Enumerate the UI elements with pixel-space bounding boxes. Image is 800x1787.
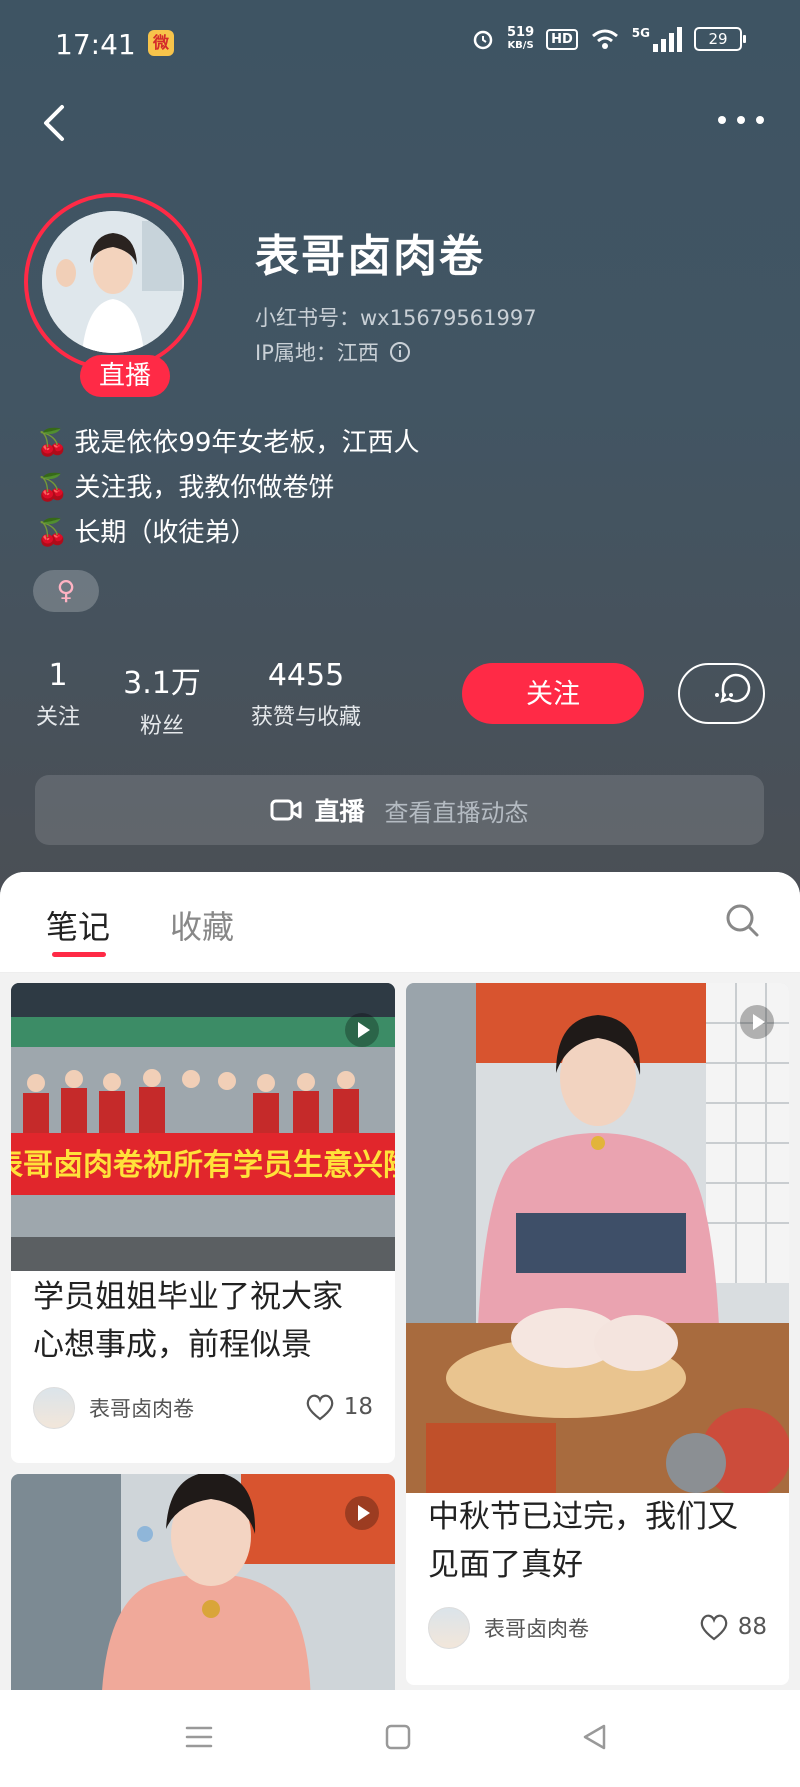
stat-likes-and-collects[interactable]: 4455 获赞与收藏 bbox=[242, 658, 370, 731]
status-bar: 17:41 微 519 KB/S HD 5G 29 bbox=[0, 22, 800, 70]
note-cover-image: 表哥卤肉卷祝所有学员生意兴隆 bbox=[11, 983, 395, 1271]
cherry-icon: 🍒 bbox=[36, 428, 69, 458]
gender-female-icon: ♀ bbox=[33, 570, 99, 612]
notes-section: 笔记 收藏 表哥卤肉卷祝所有学员生意兴隆 学员姐姐毕业了祝大家 心想事成，前程似… bbox=[0, 872, 800, 1692]
stat-followers[interactable]: 3.1万 粉丝 bbox=[120, 658, 204, 740]
xhs-id: 小红书号：wx15679561997 bbox=[255, 306, 537, 330]
live-bar-subtitle: 查看直播动态 bbox=[384, 798, 529, 827]
back-triangle-icon[interactable] bbox=[580, 1722, 610, 1752]
avatar[interactable] bbox=[24, 193, 202, 371]
bio-line: 🍒 我是依依99年女老板，江西人 bbox=[36, 428, 420, 458]
live-badge[interactable]: 直播 bbox=[80, 355, 170, 397]
live-bar-title: 直播 bbox=[314, 797, 365, 826]
author-name: 表哥卤肉卷 bbox=[484, 1617, 589, 1641]
follow-button[interactable]: 关注 bbox=[462, 663, 644, 724]
note-title: 学员姐姐毕业了祝大家 心想事成，前程似景 bbox=[33, 1279, 343, 1363]
more-options-icon[interactable] bbox=[716, 112, 766, 128]
ip-location-row: IP属地：江西 bbox=[255, 337, 411, 367]
tab-active-indicator bbox=[52, 952, 106, 957]
cellular-signal-icon: 5G bbox=[632, 26, 682, 52]
profile-name: 表哥卤肉卷 bbox=[255, 231, 485, 282]
bio-line: 🍒 关注我，我教你做卷饼 bbox=[36, 473, 335, 503]
tab-notes[interactable]: 笔记 bbox=[46, 902, 110, 948]
weibo-notification-icon: 微 bbox=[148, 30, 174, 56]
profile-header: 17:41 微 519 KB/S HD 5G 29 直播 表哥卤肉卷 小红书号：… bbox=[0, 0, 800, 900]
status-time: 17:41 bbox=[55, 28, 136, 61]
heart-icon bbox=[306, 1394, 334, 1421]
video-play-icon bbox=[345, 1496, 379, 1530]
cherry-icon: 🍒 bbox=[36, 518, 69, 548]
author-avatar bbox=[33, 1387, 75, 1429]
author-avatar bbox=[428, 1607, 470, 1649]
menu-icon[interactable] bbox=[184, 1722, 214, 1752]
note-cover-image bbox=[11, 1474, 395, 1692]
note-likes[interactable]: 88 bbox=[698, 1613, 767, 1641]
home-square-icon[interactable] bbox=[383, 1722, 413, 1752]
video-play-icon bbox=[740, 1005, 774, 1039]
note-author[interactable]: 表哥卤肉卷 bbox=[33, 1387, 194, 1429]
tab-bar: 笔记 收藏 bbox=[0, 872, 800, 973]
note-card[interactable]: 中秋节已过完，我们又 见面了真好 表哥卤肉卷 88 bbox=[406, 983, 789, 1685]
battery-icon: 29 bbox=[694, 27, 746, 51]
ip-location: IP属地：江西 bbox=[255, 341, 379, 365]
wifi-icon bbox=[591, 29, 618, 49]
video-camera-icon bbox=[270, 799, 302, 821]
heart-icon bbox=[700, 1614, 728, 1641]
message-button[interactable] bbox=[678, 663, 765, 724]
note-title: 中秋节已过完，我们又 见面了真好 bbox=[428, 1499, 738, 1583]
avatar-image bbox=[42, 211, 184, 353]
note-likes[interactable]: 18 bbox=[304, 1393, 373, 1421]
stat-following[interactable]: 1 关注 bbox=[34, 658, 82, 731]
tab-collections[interactable]: 收藏 bbox=[170, 902, 234, 948]
bio-line: 🍒 长期（收徒弟） bbox=[36, 518, 257, 548]
note-author[interactable]: 表哥卤肉卷 bbox=[428, 1607, 589, 1649]
live-activity-bar[interactable]: 直播 查看直播动态 bbox=[35, 775, 764, 845]
system-navigation-bar bbox=[0, 1690, 800, 1787]
author-name: 表哥卤肉卷 bbox=[89, 1397, 194, 1421]
note-card[interactable]: 表哥卤肉卷祝所有学员生意兴隆 学员姐姐毕业了祝大家 心想事成，前程似景 表哥卤肉… bbox=[11, 983, 395, 1463]
svg-text:表哥卤肉卷祝所有学员生意兴隆: 表哥卤肉卷祝所有学员生意兴隆 bbox=[11, 1148, 395, 1183]
chat-bubble-icon bbox=[715, 673, 751, 703]
back-arrow-icon[interactable] bbox=[36, 103, 76, 143]
hd-icon: HD bbox=[546, 28, 578, 50]
note-cover-image bbox=[406, 983, 789, 1493]
video-play-icon bbox=[345, 1013, 379, 1047]
alarm-icon bbox=[473, 30, 493, 50]
network-speed: 519 KB/S bbox=[506, 25, 535, 51]
search-icon[interactable] bbox=[724, 902, 760, 938]
cherry-icon: 🍒 bbox=[36, 473, 69, 503]
note-card[interactable] bbox=[11, 1474, 395, 1692]
info-icon[interactable] bbox=[389, 341, 411, 363]
